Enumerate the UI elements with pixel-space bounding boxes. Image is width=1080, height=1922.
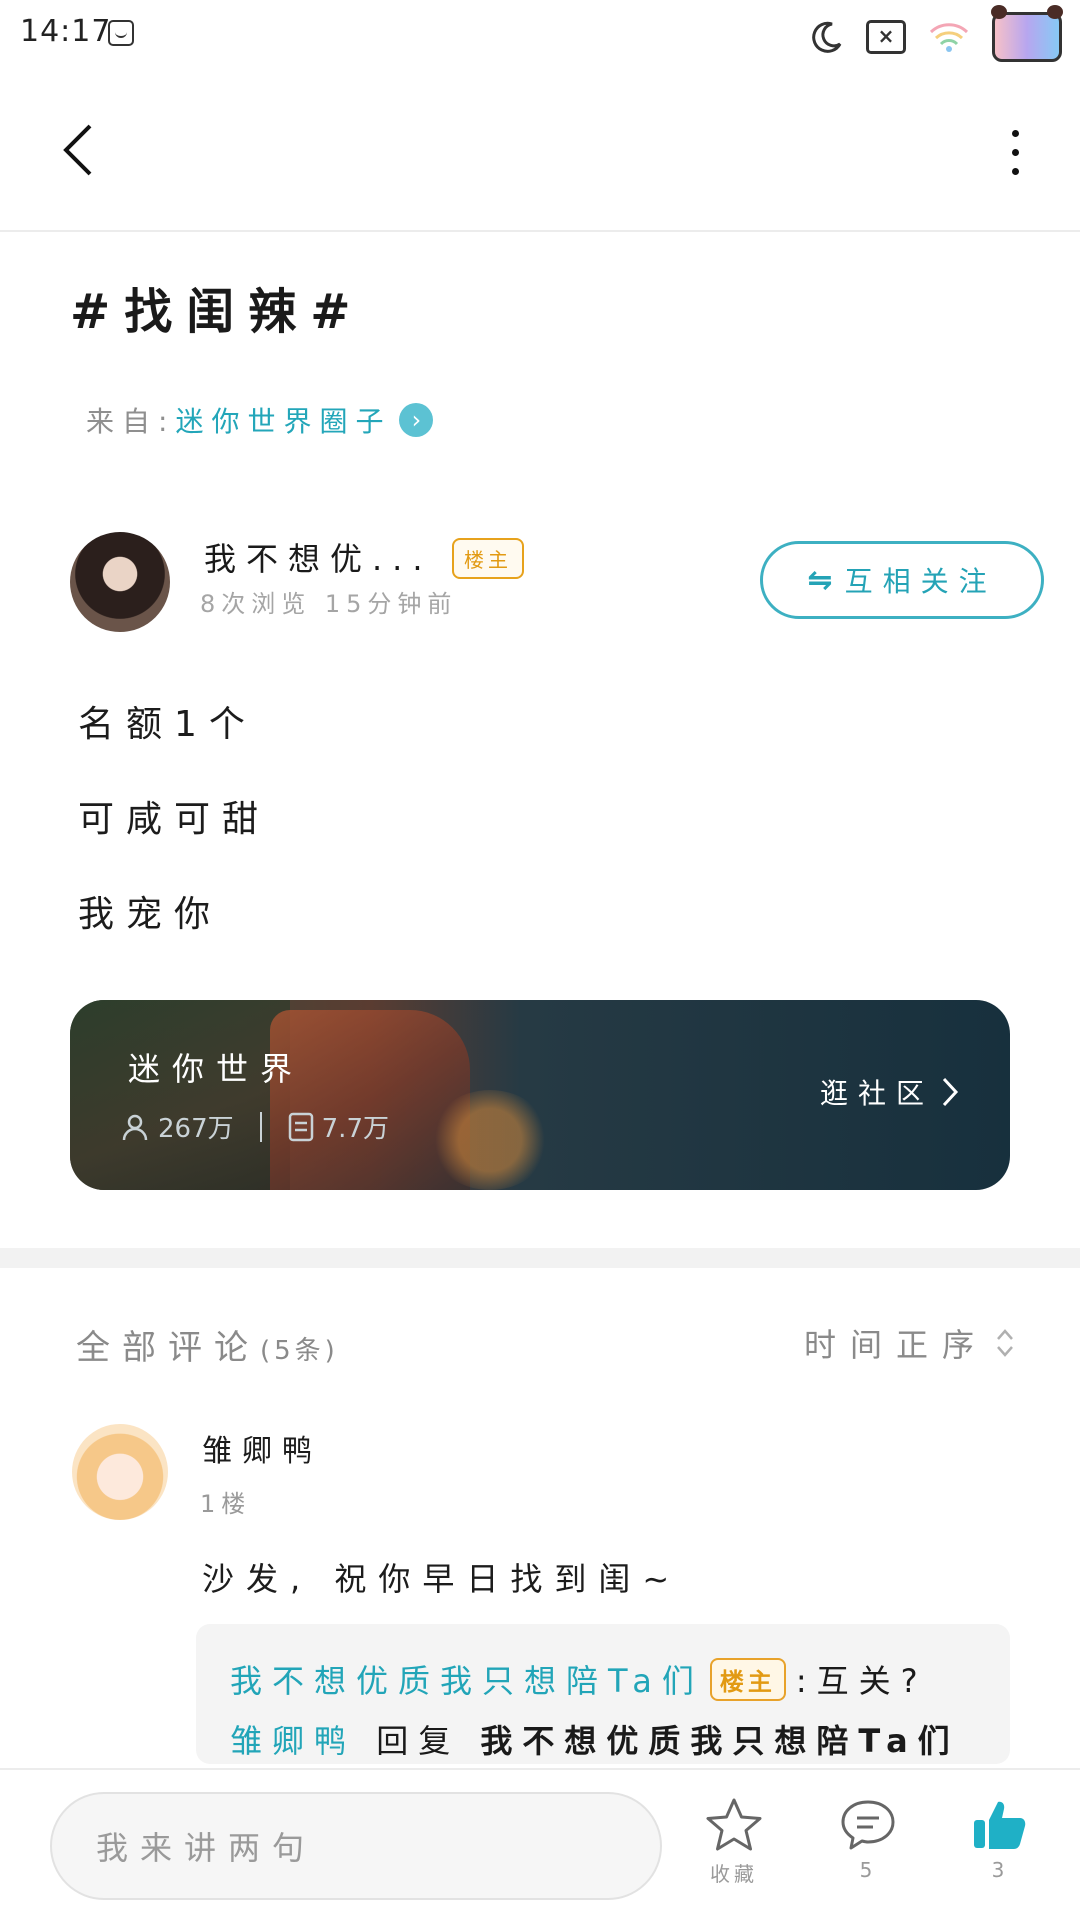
thumbs-up-icon — [974, 1801, 1026, 1849]
author-avatar[interactable] — [70, 532, 170, 632]
from-circle-link[interactable]: 迷你世界圈子 — [175, 400, 391, 440]
follow-button-label: 互相关注 — [844, 565, 997, 598]
from-circle-row[interactable]: 来自: 迷你世界圈子 › — [86, 400, 434, 440]
document-icon — [288, 1112, 313, 1141]
section-divider — [0, 1248, 1080, 1268]
reply-item: 雏卿鸭 回复 我不想优质我只想陪Ta们 — [230, 1716, 960, 1762]
community-title: 迷你世界 — [128, 1050, 305, 1088]
visit-community-button[interactable]: 逛社区 — [820, 1072, 960, 1112]
owner-badge: 楼主 — [709, 1657, 786, 1701]
follow-button[interactable]: ⇋ 互相关注 — [760, 541, 1044, 619]
reply-text: :互关? — [795, 1662, 928, 1700]
community-members: 267万 — [158, 1114, 234, 1144]
star-icon — [706, 1798, 762, 1851]
status-icons: × — [810, 5, 1063, 62]
no-sim-icon: × — [866, 20, 906, 54]
visit-community-label: 逛社区 — [819, 1077, 934, 1110]
reply-verb: 回复 — [376, 1722, 461, 1760]
comment-input[interactable]: 我来讲两句 — [50, 1792, 662, 1900]
chevron-right-icon: › — [399, 403, 434, 437]
stats-divider — [259, 1111, 262, 1142]
moon-icon — [812, 21, 842, 53]
comment-count: 5 — [859, 1858, 877, 1882]
more-icon[interactable] — [1012, 130, 1022, 187]
reply-item: 我不想优质我只想陪Ta们 楼主 :互关? — [230, 1656, 928, 1702]
comments-title-label: 全部评论 — [76, 1328, 260, 1368]
notification-icon — [108, 20, 134, 46]
post-body-line: 我宠你 — [78, 894, 223, 935]
commenter-avatar[interactable] — [72, 1424, 168, 1520]
follow-swap-icon: ⇋ — [807, 562, 833, 598]
reply-author[interactable]: 我不想优质我只想陪Ta们 — [230, 1656, 704, 1702]
comment-floor: 1楼 — [200, 1490, 252, 1518]
reply-target[interactable]: 我不想优质我只想陪Ta们 — [480, 1722, 959, 1760]
like-count: 3 — [991, 1858, 1009, 1882]
chevron-right-icon — [942, 1077, 959, 1107]
comment-text: 沙发, 祝你早日找到闺~ — [202, 1560, 682, 1598]
community-stats: 267万 7.7万 — [120, 1108, 389, 1145]
post-body-line: 可咸可甜 — [78, 799, 271, 840]
status-time: 14:17 — [20, 14, 112, 49]
owner-badge: 楼主 — [452, 538, 524, 579]
like-button[interactable]: 3 — [950, 1796, 1050, 1882]
post-title: #找闺辣# — [70, 284, 365, 340]
author-name[interactable]: 我不想优... — [204, 534, 433, 580]
card-background-art — [70, 1000, 290, 1190]
favorite-button[interactable]: 收藏 — [684, 1796, 784, 1887]
comments-title: 全部评论(5条) — [76, 1320, 339, 1369]
user-icon — [122, 1114, 148, 1140]
back-icon[interactable] — [58, 120, 100, 180]
author-meta: 8次浏览 15分钟前 — [200, 590, 458, 618]
reply-author[interactable]: 雏卿鸭 — [230, 1722, 356, 1760]
post-body-line: 名额1个 — [78, 704, 257, 745]
favorite-label: 收藏 — [710, 1862, 758, 1886]
sort-label: 时间正序 — [803, 1326, 988, 1364]
battery-icon — [991, 5, 1063, 62]
wifi-icon — [929, 23, 969, 52]
comments-count: (5条) — [260, 1336, 339, 1366]
card-background-art — [430, 1090, 550, 1190]
comments-button[interactable]: 5 — [818, 1796, 918, 1882]
community-card[interactable]: 迷你世界 267万 7.7万 逛社区 — [70, 1000, 1010, 1190]
community-posts: 7.7万 — [321, 1114, 389, 1144]
sort-icon — [997, 1329, 1013, 1357]
chat-icon — [841, 1800, 895, 1850]
from-label: 来自: — [86, 405, 176, 438]
nav-divider — [0, 230, 1080, 232]
comment-input-placeholder: 我来讲两句 — [96, 1829, 317, 1867]
sort-toggle[interactable]: 时间正序 — [804, 1320, 1016, 1366]
commenter-name[interactable]: 雏卿鸭 — [202, 1426, 322, 1470]
